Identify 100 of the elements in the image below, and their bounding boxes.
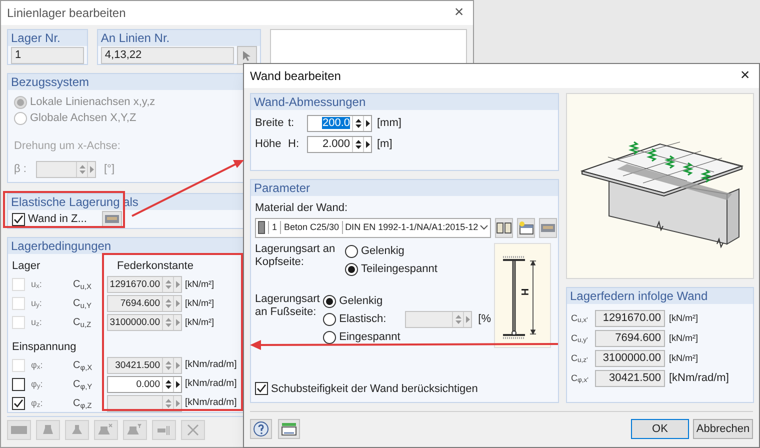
unit-label: [kN/m²]	[669, 332, 698, 345]
toolbar-button[interactable]	[123, 420, 147, 440]
section-header: Lager Nr.	[8, 30, 87, 46]
unit-label: [kNm/rad/m]	[185, 358, 237, 372]
spin-arrows-icon	[454, 314, 462, 325]
row-label: Einspannung	[12, 340, 78, 355]
number-field[interactable]: 200.0	[307, 115, 372, 132]
option-label: Gelenkig	[361, 244, 404, 260]
menu-arrow-button[interactable]	[363, 137, 371, 152]
unit-label: [kNm/rad/m]	[185, 377, 237, 392]
section-header: Lagerfedern infolge Wand	[567, 288, 753, 304]
section-header: An Linien Nr.	[98, 30, 260, 46]
option-label: Teileingespannt	[361, 262, 438, 278]
triangle-icon	[176, 281, 180, 288]
row-label: u$_{x}$:	[30, 278, 43, 292]
symbol-label: C$_{u,z'}$	[571, 352, 589, 366]
spin-button[interactable]	[352, 116, 363, 131]
row-label: φ$_{y}$:	[30, 378, 44, 392]
column-header: Federkonstante	[117, 258, 194, 274]
field-label: Drehung um x-Achse:	[14, 139, 122, 154]
close-button[interactable]: ×	[451, 5, 467, 21]
window-icon	[518, 220, 534, 234]
spin-arrows-icon	[164, 398, 172, 409]
calculator-button[interactable]	[278, 419, 300, 439]
menu-arrow-button[interactable]	[363, 116, 371, 131]
panel-icon	[540, 222, 556, 234]
value-field: 3100000.00	[595, 350, 665, 367]
close-button[interactable]: ×	[737, 68, 753, 84]
library-button[interactable]	[495, 218, 513, 238]
symbol-label: C$_{u,y'}$	[571, 332, 589, 346]
unit-label: [m]	[377, 137, 392, 152]
unit-label: [%	[478, 312, 491, 328]
spin-arrows-icon	[164, 317, 172, 328]
dialog-button[interactable]: OK	[631, 419, 689, 439]
toolbar-button[interactable]	[152, 420, 176, 440]
toolbar-button[interactable]	[181, 420, 205, 440]
help-button[interactable]	[250, 419, 272, 439]
help-icon	[253, 421, 269, 437]
triangle-icon	[366, 120, 370, 127]
input-field[interactable]: 4,13,22	[100, 47, 234, 64]
radio-button[interactable]	[323, 331, 336, 344]
toolbar-button[interactable]	[94, 420, 118, 440]
checkbox[interactable]	[12, 397, 25, 410]
checkbox-label: Schubsteifigkeit der Wand berücksichtigen	[271, 382, 478, 396]
unit-label: [kNm/rad/m]	[669, 371, 729, 386]
unit-label: [°]	[104, 162, 115, 177]
calculator-icon	[281, 421, 297, 437]
toolbar-button[interactable]	[65, 420, 89, 440]
material-swatch	[258, 221, 265, 234]
value-field: 1	[11, 46, 84, 64]
book-icon	[496, 220, 512, 234]
menu-arrow-button[interactable]	[173, 377, 181, 392]
value-field: 1291670.00	[595, 310, 665, 327]
spin-arrows-icon	[78, 164, 86, 174]
checkbox[interactable]	[12, 212, 25, 226]
unit-label: [kN/m²]	[669, 312, 698, 325]
symbol-label: t:	[288, 116, 296, 132]
material-dropdown[interactable]: 1 Beton C25/30 DIN EN 1992-1-1/NA/A1:2015-12	[255, 218, 491, 238]
spin-arrows-icon	[164, 379, 172, 390]
number-field[interactable]: 2.000	[307, 136, 372, 153]
value-field: 30421.500	[595, 370, 665, 387]
field-label: Material der Wand:	[255, 201, 349, 216]
toolbar-button[interactable]	[7, 420, 31, 440]
symbol-label: C$_{u,Y}$	[73, 297, 92, 311]
symbol-label: C$_{φ,x'}$	[571, 372, 590, 386]
option-label: Eingespannt	[339, 330, 400, 346]
triangle-icon	[176, 362, 180, 369]
symbol-label: C$_{φ,Z}$	[73, 397, 93, 411]
checkbox[interactable]	[255, 382, 268, 396]
field-label: Breite	[255, 116, 285, 132]
spin-button[interactable]	[352, 137, 363, 152]
panel-icon	[104, 213, 120, 225]
unit-label: [kN/m²]	[185, 316, 214, 329]
radio-button[interactable]	[323, 313, 336, 326]
unit-label: [kN/m²]	[185, 278, 214, 291]
symbol-label: C$_{φ,Y}$	[73, 378, 94, 392]
unit-label: [kNm/rad/m]	[185, 396, 237, 410]
dialog-button[interactable]: Abbrechen	[693, 419, 753, 439]
spin-arrows-icon	[164, 298, 172, 309]
symbol-label: C$_{u,Z}$	[73, 316, 92, 330]
number-field[interactable]: 0.000	[107, 376, 182, 393]
radio-button[interactable]	[345, 263, 358, 276]
option-label: Lokale Linienachsen x,y,z	[30, 94, 156, 110]
spin-arrows-icon	[354, 118, 362, 129]
cursor-icon	[240, 50, 253, 62]
radio-button[interactable]	[345, 245, 358, 258]
unit-label: [kN/m²]	[185, 296, 214, 310]
option-label: Gelenkig	[339, 294, 383, 310]
spin-button[interactable]	[162, 377, 173, 392]
option-label: Elastisch:	[339, 312, 388, 328]
pick-button[interactable]	[236, 46, 257, 65]
new-material-button[interactable]	[517, 218, 535, 238]
checkbox[interactable]	[12, 378, 25, 391]
window-title: Wand bearbeiten	[250, 68, 341, 85]
triangle-icon	[176, 319, 180, 326]
triangle-icon	[466, 316, 470, 323]
toolbar-button[interactable]	[36, 420, 60, 440]
edit-button[interactable]	[102, 210, 122, 228]
radio-button[interactable]	[323, 295, 336, 308]
dimension-label: H	[518, 288, 529, 296]
